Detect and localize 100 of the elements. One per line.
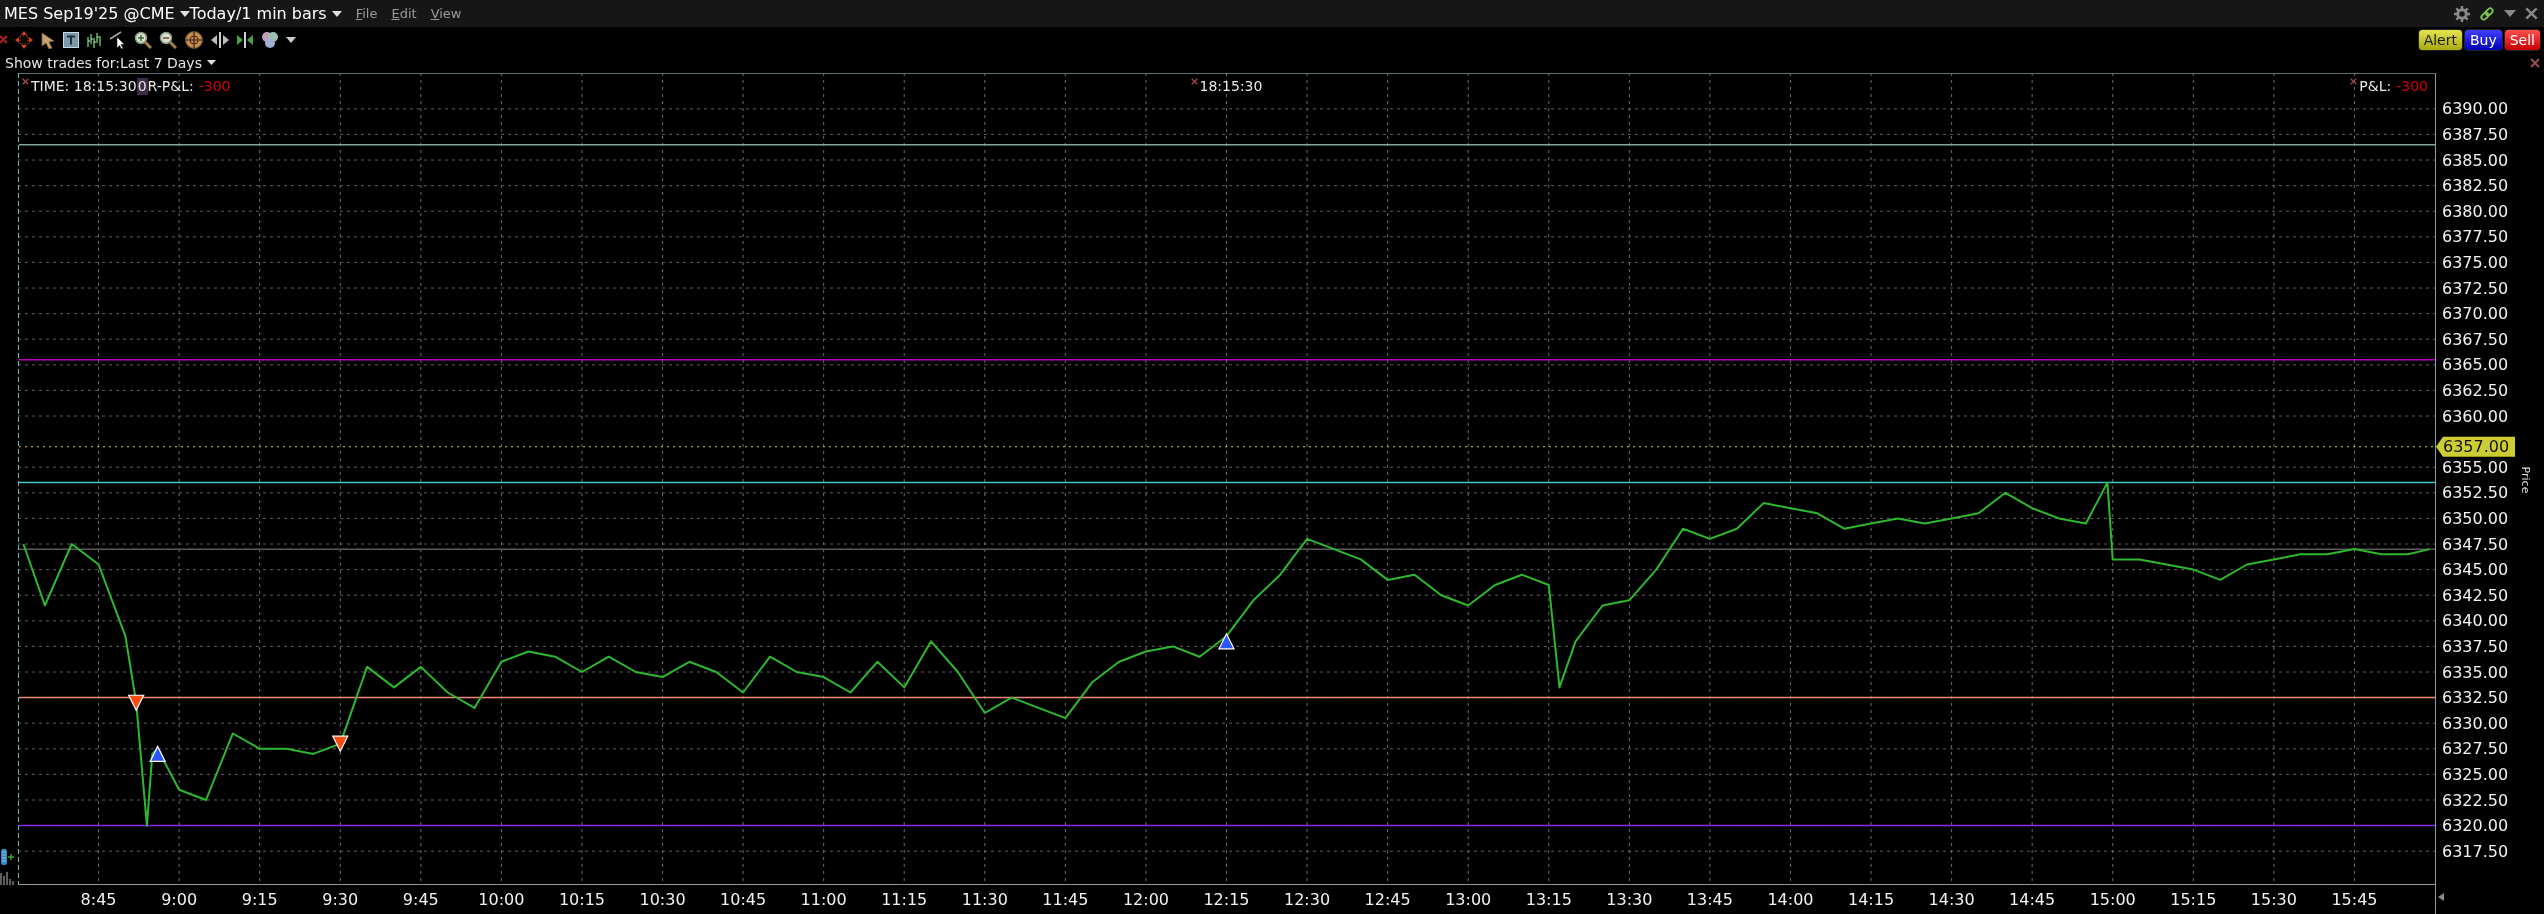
price-axis-label: 6377.50 xyxy=(2442,227,2509,247)
price-axis-label: 6345.00 xyxy=(2442,560,2509,580)
price-axis-label: 6382.50 xyxy=(2442,176,2509,196)
time-axis-label: 12:15 xyxy=(1203,889,1250,909)
price-axis-label: 6355.00 xyxy=(2442,457,2509,477)
dropdown-icon[interactable] xyxy=(2504,10,2516,17)
bar-chart-icon[interactable] xyxy=(86,30,102,49)
pointer-icon[interactable] xyxy=(40,30,56,49)
caret-icon xyxy=(206,60,216,65)
time-axis-label: 13:15 xyxy=(1525,889,1572,909)
price-axis-label: 6335.00 xyxy=(2442,662,2509,682)
count-badge: 0 xyxy=(136,78,148,95)
time-axis-label: 15:30 xyxy=(2250,889,2297,909)
time-axis-label: 8:45 xyxy=(80,889,117,909)
time-axis-label: 12:30 xyxy=(1284,889,1331,909)
price-tag: 6357.00 xyxy=(2436,436,2515,457)
time-axis-label: 13:45 xyxy=(1686,889,1733,909)
time-axis-label: 13:00 xyxy=(1445,889,1492,909)
settings-icon[interactable] xyxy=(2454,5,2470,22)
time-axis-label: 10:45 xyxy=(720,889,767,909)
time-axis-label: 14:45 xyxy=(2009,889,2056,909)
price-axis-label: 6365.00 xyxy=(2442,355,2509,375)
period-selector[interactable]: Today/1 min bars xyxy=(189,4,342,23)
time-axis-label: 12:45 xyxy=(1364,889,1411,909)
price-axis-label: 6340.00 xyxy=(2442,611,2509,631)
time-axis-label: 14:15 xyxy=(1848,889,1895,909)
crosshair-icon[interactable] xyxy=(184,30,204,49)
time-axis-label: 10:30 xyxy=(639,889,686,909)
zoom-out-icon[interactable] xyxy=(159,30,177,49)
link-icon[interactable] xyxy=(2479,5,2495,22)
pnl-value: -300 xyxy=(198,78,231,95)
pnl-value: -300 xyxy=(2396,78,2428,95)
price-axis-label: 6367.50 xyxy=(2442,329,2509,349)
compress-icon[interactable] xyxy=(236,30,254,49)
time-axis-label: 11:00 xyxy=(800,889,847,909)
close-icon[interactable] xyxy=(2530,57,2540,68)
pnl-label: P&L: xyxy=(2359,78,2392,95)
menu-item[interactable]: File xyxy=(355,6,378,21)
time-axis-label: 11:45 xyxy=(1042,889,1089,909)
period-dropdown[interactable]: Last 7 Days xyxy=(120,54,216,71)
time-readout: TIME: 18:15:30 xyxy=(31,78,137,95)
caret-icon xyxy=(331,10,342,17)
left-arrow-icon[interactable] xyxy=(2438,893,2444,901)
expand-icon[interactable] xyxy=(211,30,229,49)
price-axis-label: 6347.50 xyxy=(2442,534,2509,554)
price-axis-label: 6350.00 xyxy=(2442,508,2509,528)
time-axis-label: 15:45 xyxy=(2331,889,2378,909)
time-axis-label: 11:15 xyxy=(881,889,928,909)
axis-title: Price xyxy=(2518,466,2532,494)
dropdown-icon[interactable] xyxy=(286,36,296,43)
time-axis-label: 11:30 xyxy=(961,889,1008,909)
price-axis-label: 6360.00 xyxy=(2442,406,2509,426)
caret-icon xyxy=(179,10,190,17)
plus-tool-icon[interactable] xyxy=(0,849,14,865)
ref-line-label: 6357.00 xyxy=(2443,437,2510,457)
price-axis-label: 6320.00 xyxy=(2442,816,2509,836)
close-icon[interactable] xyxy=(1190,78,1198,85)
close-icon[interactable] xyxy=(2350,78,2358,85)
time-axis-label: 15:15 xyxy=(2170,889,2217,909)
price-axis-label: 6380.00 xyxy=(2442,201,2509,221)
text-tool-icon[interactable] xyxy=(63,30,79,49)
price-axis-label: 6372.50 xyxy=(2442,278,2509,298)
zoom-in-icon[interactable] xyxy=(134,30,152,49)
circles-icon[interactable] xyxy=(261,30,279,49)
time-axis-label: 10:00 xyxy=(478,889,525,909)
price-axis-label: 6352.50 xyxy=(2442,483,2509,503)
time-axis-label: 9:30 xyxy=(322,889,359,909)
menu-item[interactable]: Edit xyxy=(391,6,417,21)
price-axis-label: 6370.00 xyxy=(2442,304,2509,324)
instrument-selector[interactable]: MES Sep19'25 @CME xyxy=(4,4,190,23)
order-button[interactable]: Sell xyxy=(2503,28,2541,51)
price-axis-label: 6362.50 xyxy=(2442,380,2509,400)
time-axis-label: 9:15 xyxy=(241,889,278,909)
price-axis-label: 6337.50 xyxy=(2442,636,2509,656)
filter-label: Show trades for: xyxy=(5,54,120,71)
time-axis-label: 10:15 xyxy=(558,889,605,909)
volume-bars-icon[interactable] xyxy=(0,871,15,885)
price-axis-label: 6375.00 xyxy=(2442,252,2509,272)
time-axis-label: 9:00 xyxy=(161,889,198,909)
pnl-label: R-P&L: xyxy=(147,78,194,95)
price-axis-label: 6330.00 xyxy=(2442,713,2509,733)
price-axis-label: 6342.50 xyxy=(2442,585,2509,605)
time-axis-label: 13:30 xyxy=(1606,889,1653,909)
price-axis-label: 6317.50 xyxy=(2442,841,2509,861)
time-axis-label: 9:45 xyxy=(402,889,439,909)
time-axis-label: 15:00 xyxy=(2089,889,2136,909)
order-button[interactable]: Buy xyxy=(2463,28,2503,51)
close-icon[interactable] xyxy=(2525,7,2538,20)
order-button[interactable]: Alert xyxy=(2417,28,2463,51)
time-readout: 18:15:30 xyxy=(1199,78,1263,95)
time-axis-label: 12:00 xyxy=(1122,889,1169,909)
menu-item[interactable]: View xyxy=(430,6,462,21)
move-arrows-icon[interactable] xyxy=(15,30,33,49)
close-icon[interactable] xyxy=(22,78,29,85)
price-axis-label: 6322.50 xyxy=(2442,790,2509,810)
time-axis-label: 14:00 xyxy=(1767,889,1814,909)
price-axis-label: 6390.00 xyxy=(2442,99,2509,119)
line-tool-icon[interactable] xyxy=(109,30,127,49)
price-axis-label: 6332.50 xyxy=(2442,688,2509,708)
price-axis-label: 6325.00 xyxy=(2442,764,2509,784)
